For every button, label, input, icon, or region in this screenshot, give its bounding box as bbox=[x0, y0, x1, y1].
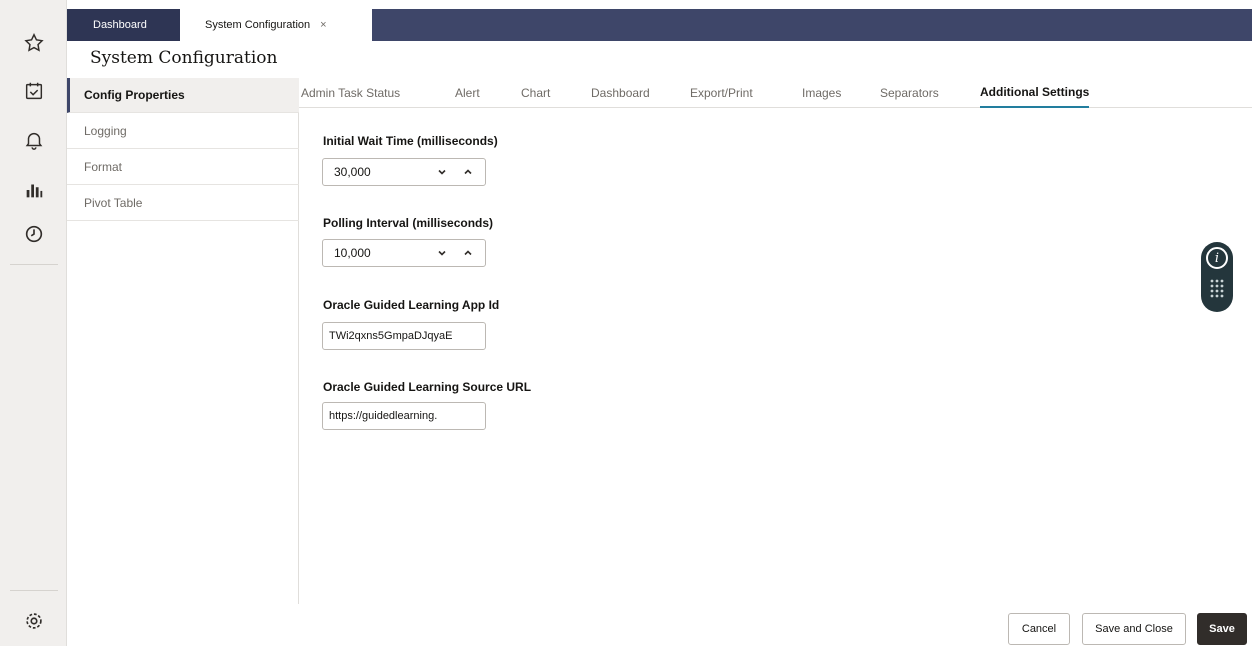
polling-interval-label: Polling Interval (milliseconds) bbox=[323, 216, 494, 230]
chevron-up-icon[interactable] bbox=[459, 243, 477, 263]
clock-icon[interactable] bbox=[20, 220, 48, 248]
tab-alert[interactable]: Alert bbox=[455, 78, 480, 108]
top-tab-bar: Dashboard System Configuration × bbox=[67, 9, 1252, 41]
nav-item-label: Format bbox=[84, 160, 123, 174]
calendar-check-icon[interactable] bbox=[20, 77, 48, 105]
nav-item-label: Config Properties bbox=[84, 88, 185, 102]
info-icon[interactable]: i bbox=[1206, 247, 1228, 269]
chevron-up-icon[interactable] bbox=[459, 162, 477, 182]
config-nav: Config Properties Logging Format Pivot T… bbox=[67, 78, 299, 604]
page-title: System Configuration bbox=[90, 48, 278, 68]
rail-divider bbox=[10, 264, 58, 265]
tab-additional-settings[interactable]: Additional Settings bbox=[980, 78, 1090, 108]
close-icon[interactable]: × bbox=[320, 19, 326, 31]
cancel-button[interactable]: Cancel bbox=[1008, 613, 1070, 645]
rail-divider bbox=[10, 590, 58, 591]
ogl-app-id-label: Oracle Guided Learning App Id bbox=[323, 298, 500, 312]
nav-item-pivot-table[interactable]: Pivot Table bbox=[67, 186, 299, 221]
left-rail bbox=[0, 0, 67, 646]
star-icon[interactable] bbox=[20, 29, 48, 57]
nav-item-config-properties[interactable]: Config Properties bbox=[67, 78, 299, 113]
tab-images[interactable]: Images bbox=[802, 78, 841, 108]
save-and-close-button[interactable]: Save and Close bbox=[1082, 613, 1186, 645]
tab-separators[interactable]: Separators bbox=[880, 78, 939, 108]
initial-wait-stepper[interactable]: 30,000 bbox=[322, 158, 486, 186]
nav-item-label: Pivot Table bbox=[84, 196, 143, 210]
tab-dashboard-settings[interactable]: Dashboard bbox=[591, 78, 650, 108]
bell-icon[interactable] bbox=[20, 126, 48, 154]
tab-chart[interactable]: Chart bbox=[521, 78, 550, 108]
bar-chart-icon[interactable] bbox=[20, 176, 48, 204]
tab-system-configuration[interactable]: System Configuration × bbox=[180, 9, 372, 41]
nav-item-format[interactable]: Format bbox=[67, 150, 299, 185]
nav-item-label: Logging bbox=[84, 124, 127, 138]
tab-system-configuration-label: System Configuration bbox=[205, 19, 311, 31]
initial-wait-value[interactable]: 30,000 bbox=[334, 159, 371, 185]
gear-icon[interactable] bbox=[20, 607, 48, 635]
tab-dashboard[interactable]: Dashboard bbox=[67, 9, 180, 41]
polling-interval-value[interactable]: 10,000 bbox=[334, 240, 371, 266]
initial-wait-label: Initial Wait Time (milliseconds) bbox=[323, 134, 498, 148]
ogl-app-id-input[interactable] bbox=[322, 322, 486, 350]
ogl-source-url-label: Oracle Guided Learning Source URL bbox=[323, 380, 532, 394]
save-button[interactable]: Save bbox=[1197, 613, 1247, 645]
settings-tabs: Admin Task Status Alert Chart Dashboard … bbox=[299, 78, 1252, 108]
tab-export-print[interactable]: Export/Print bbox=[690, 78, 753, 108]
chevron-down-icon[interactable] bbox=[433, 162, 451, 182]
help-widget[interactable]: i bbox=[1201, 242, 1233, 312]
tab-dashboard-label: Dashboard bbox=[93, 19, 147, 31]
chevron-down-icon[interactable] bbox=[433, 243, 451, 263]
polling-interval-stepper[interactable]: 10,000 bbox=[322, 239, 486, 267]
ogl-source-url-input[interactable] bbox=[322, 402, 486, 430]
tab-admin-task-status[interactable]: Admin Task Status bbox=[301, 78, 400, 108]
keypad-dots-icon[interactable] bbox=[1209, 278, 1225, 302]
nav-item-logging[interactable]: Logging bbox=[67, 114, 299, 149]
